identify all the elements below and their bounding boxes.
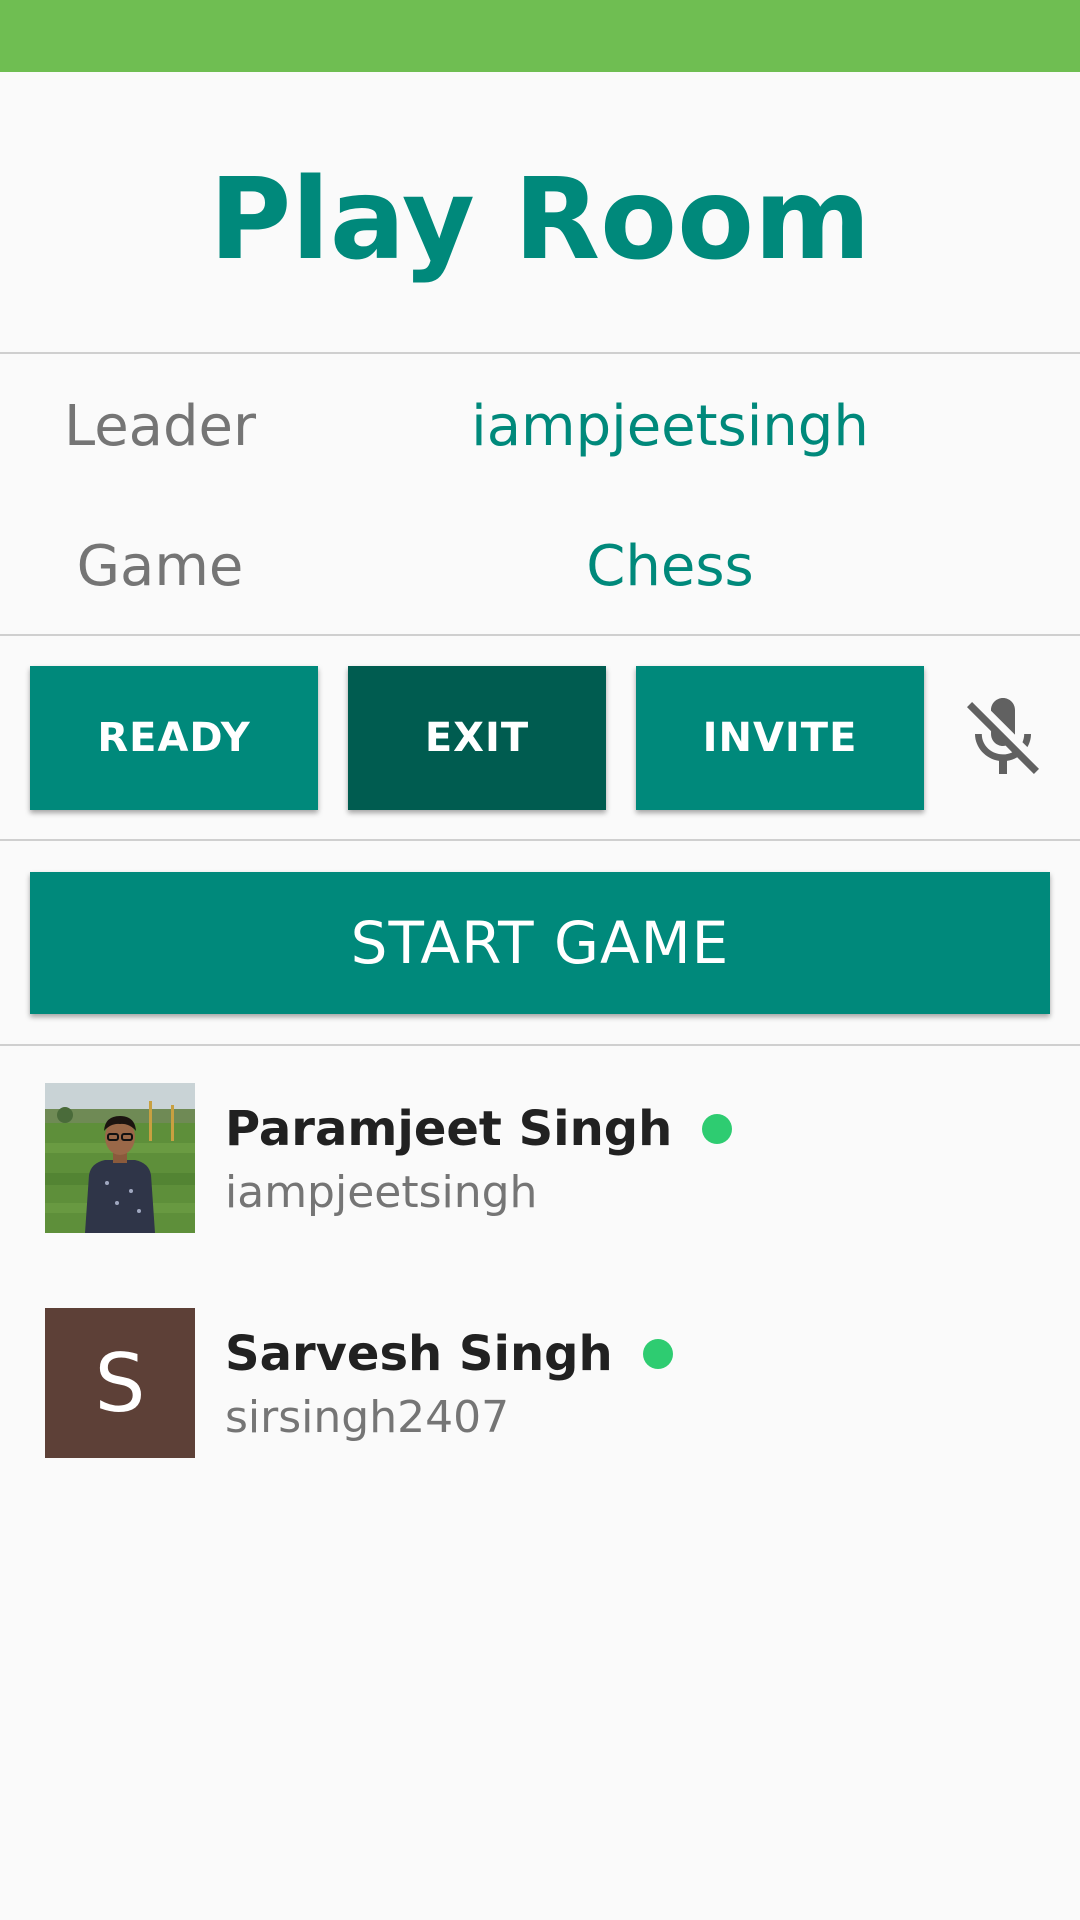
online-status-dot	[702, 1114, 733, 1144]
status-bar	[0, 0, 1080, 72]
avatar: S	[45, 1308, 195, 1458]
list-item[interactable]: S Sarvesh Singh sirsingh2407	[0, 1308, 1080, 1458]
player-username: sirsingh2407	[225, 1392, 510, 1443]
divider	[0, 1044, 1080, 1046]
player-username: iampjeetsingh	[225, 1167, 538, 1218]
player-name: Paramjeet Singh	[225, 1099, 733, 1159]
exit-button[interactable]: EXIT	[348, 666, 606, 810]
leader-value: iampjeetsingh	[471, 394, 869, 459]
divider	[0, 352, 1080, 354]
online-status-dot	[642, 1339, 673, 1369]
ready-button[interactable]: READY	[30, 666, 318, 810]
invite-button[interactable]: INVITE	[636, 666, 924, 810]
player-name: Sarvesh Singh	[225, 1324, 673, 1384]
mic-off-icon[interactable]	[955, 690, 1051, 786]
page-title: Play Room	[209, 155, 871, 285]
avatar	[45, 1083, 195, 1233]
start-game-button[interactable]: START GAME	[30, 872, 1050, 1014]
leader-label: Leader	[63, 394, 256, 459]
game-value: Chess	[586, 534, 754, 599]
list-item[interactable]: Paramjeet Singh iampjeetsingh	[0, 1083, 1080, 1233]
divider	[0, 634, 1080, 636]
divider	[0, 839, 1080, 841]
game-label: Game	[76, 534, 244, 599]
